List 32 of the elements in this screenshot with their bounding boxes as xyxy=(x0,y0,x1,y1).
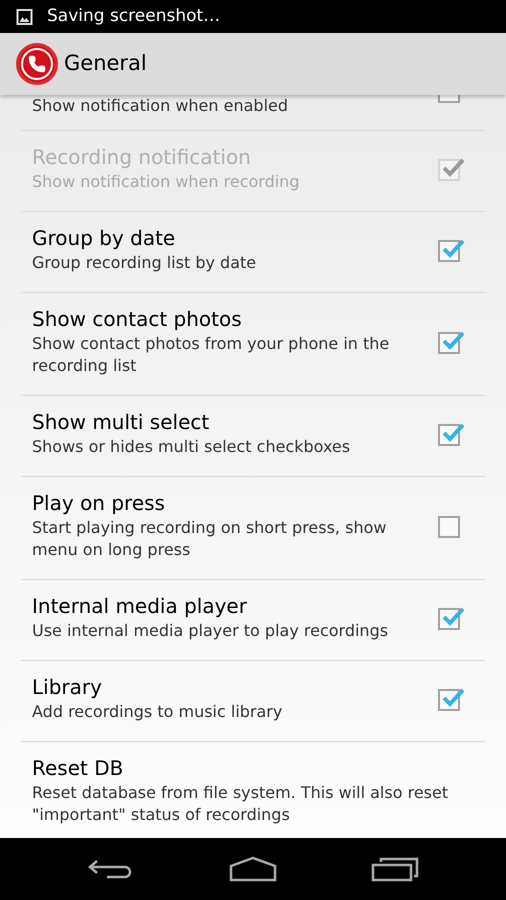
setting-summary: Add recordings to music library xyxy=(32,701,284,723)
setting-summary: Use internal media player to play recordings xyxy=(32,620,390,642)
setting-summary: Show contact photos from your phone in the recording list xyxy=(32,333,390,377)
setting-row[interactable]: Show notification when enabled xyxy=(21,95,485,131)
setting-row[interactable]: Library Add recordings to music library xyxy=(21,661,485,742)
setting-row[interactable]: Internal media player Use internal media player to play recordings xyxy=(21,580,485,661)
checkbox[interactable] xyxy=(438,516,460,538)
setting-summary: Reset database from file system. This will also reset "important" status of recordings xyxy=(32,782,450,826)
setting-title: Play on press xyxy=(32,490,166,517)
setting-title: Recording notification xyxy=(32,144,252,171)
setting-title: Show contact photos xyxy=(32,306,243,333)
setting-title: Group by date xyxy=(32,225,176,252)
setting-summary: Start playing recording on short press, show menu on long press xyxy=(32,517,388,561)
home-icon[interactable] xyxy=(229,856,277,882)
setting-summary: Group recording list by date xyxy=(32,252,258,274)
setting-title: Library xyxy=(32,674,103,701)
setting-summary: Show notification when enabled xyxy=(32,95,290,117)
setting-title: Reset DB xyxy=(32,755,124,782)
status-text: Saving screenshot… xyxy=(47,4,220,28)
setting-title: Internal media player xyxy=(32,593,248,620)
setting-row[interactable]: Group by date Group recording list by date xyxy=(21,212,485,293)
setting-row[interactable]: Show contact photos Show contact photos from your phone in the recording list xyxy=(21,293,485,396)
setting-row[interactable]: Reset DB Reset database from file system. This will also reset "important" status of recordings xyxy=(21,742,485,838)
setting-row[interactable]: Show multi select Shows or hides multi select checkboxes xyxy=(21,396,485,477)
screen-title: General xyxy=(64,50,147,78)
setting-row[interactable]: Play on press Start playing recording on short press, show menu on long press xyxy=(21,477,485,580)
image-icon xyxy=(16,8,33,24)
app-logo-icon[interactable] xyxy=(16,43,58,85)
setting-summary: Show notification when recording xyxy=(32,171,300,193)
setting-title: Show multi select xyxy=(32,409,210,436)
setting-summary: Shows or hides multi select checkboxes xyxy=(32,436,352,458)
recent-apps-icon[interactable] xyxy=(371,856,419,882)
